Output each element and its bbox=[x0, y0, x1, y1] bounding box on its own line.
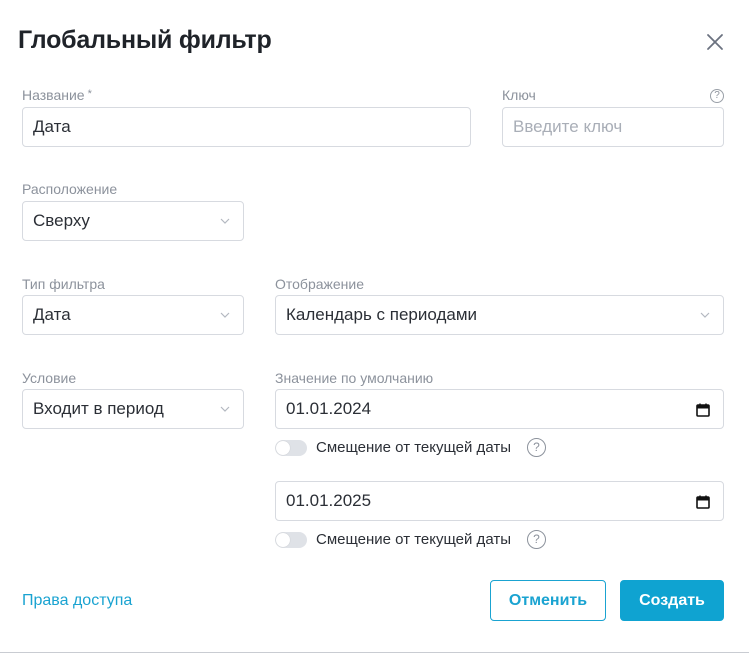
key-label: Ключ bbox=[502, 87, 536, 103]
required-mark: * bbox=[87, 88, 92, 100]
access-rights-link[interactable]: Права доступа bbox=[22, 592, 132, 610]
key-input[interactable]: Введите ключ bbox=[502, 107, 724, 147]
chevron-down-icon bbox=[220, 406, 230, 412]
offset-to-toggle[interactable] bbox=[275, 532, 307, 548]
offset-from-label: Смещение от текущей даты bbox=[316, 439, 511, 456]
dialog-title: Глобальный фильтр bbox=[18, 26, 272, 54]
date-to-input[interactable]: 01.01.2025 bbox=[275, 481, 724, 521]
display-select-value: Календарь с периодами bbox=[286, 305, 478, 324]
offset-from-help-icon[interactable]: ? bbox=[527, 438, 546, 457]
date-from-input[interactable]: 01.01.2024 bbox=[275, 389, 724, 429]
name-input[interactable]: Дата bbox=[22, 107, 471, 147]
chevron-down-icon bbox=[220, 312, 230, 318]
toggle-knob bbox=[276, 533, 290, 547]
close-icon[interactable] bbox=[704, 31, 726, 53]
position-select-value: Сверху bbox=[33, 211, 90, 230]
global-filter-dialog: Глобальный фильтр Название * Дата Ключ ? … bbox=[0, 0, 749, 653]
offset-to-label: Смещение от текущей даты bbox=[316, 531, 511, 548]
cancel-button[interactable]: Отменить bbox=[490, 580, 606, 621]
name-label: Название * bbox=[22, 87, 92, 103]
calendar-icon[interactable] bbox=[695, 402, 711, 418]
position-label: Расположение bbox=[22, 181, 118, 197]
key-input-placeholder: Введите ключ bbox=[513, 117, 623, 136]
chevron-down-icon bbox=[220, 218, 230, 224]
name-input-value: Дата bbox=[33, 117, 71, 136]
date-from-value: 01.01.2024 bbox=[286, 399, 372, 418]
filter-type-select-value: Дата bbox=[33, 305, 71, 324]
offset-from-toggle[interactable] bbox=[275, 440, 307, 456]
date-to-value: 01.01.2025 bbox=[286, 491, 372, 510]
default-value-label: Значение по умолчанию bbox=[275, 370, 434, 386]
chevron-down-icon bbox=[700, 312, 710, 318]
create-button[interactable]: Создать bbox=[620, 580, 724, 621]
key-help-icon[interactable]: ? bbox=[710, 89, 724, 103]
condition-label: Условие bbox=[22, 370, 77, 386]
position-select[interactable]: Сверху bbox=[22, 201, 244, 241]
toggle-knob bbox=[276, 441, 290, 455]
condition-select[interactable]: Входит в период bbox=[22, 389, 244, 429]
display-label: Отображение bbox=[275, 276, 365, 292]
offset-to-help-icon[interactable]: ? bbox=[527, 530, 546, 549]
filter-type-select[interactable]: Дата bbox=[22, 295, 244, 335]
calendar-icon[interactable] bbox=[695, 494, 711, 510]
filter-type-label: Тип фильтра bbox=[22, 276, 105, 292]
display-select[interactable]: Календарь с периодами bbox=[275, 295, 724, 335]
condition-select-value: Входит в период bbox=[33, 399, 164, 418]
